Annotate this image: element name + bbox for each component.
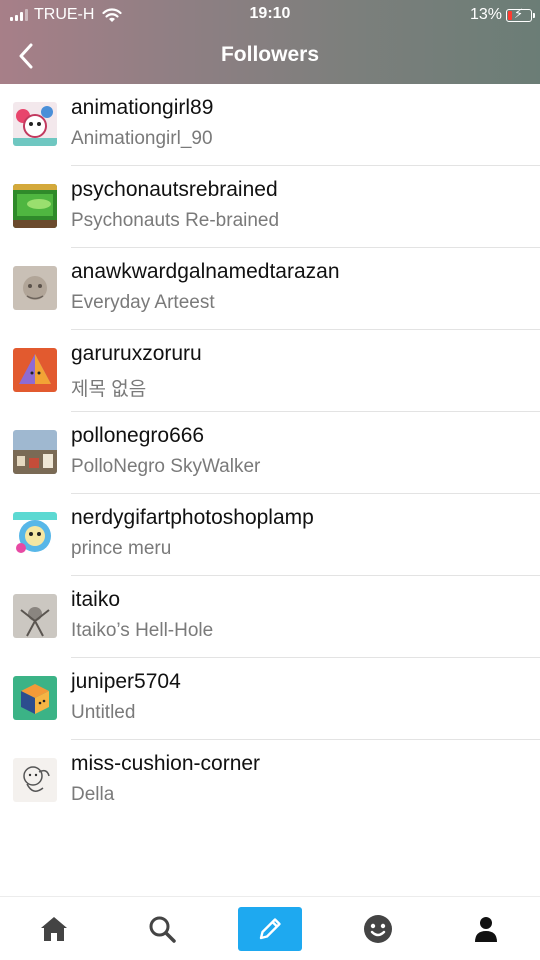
follower-blog-title: Itaiko’s Hell-Hole <box>71 620 214 641</box>
follower-blog-title: prince meru <box>71 538 172 559</box>
follower-blog-title: Animationgirl_90 <box>71 128 213 149</box>
activity-face-icon <box>364 915 392 943</box>
compose-pencil-icon <box>259 918 281 940</box>
follower-username: psychonautsrebrained <box>71 178 278 201</box>
avatar <box>13 512 57 556</box>
follower-row[interactable]: pollonegro666 PolloNegro SkyWalker <box>0 412 540 494</box>
follower-username: nerdygifartphotoshoplamp <box>71 506 314 529</box>
follower-blog-title: Psychonauts Re-brained <box>71 210 280 231</box>
follower-row[interactable]: miss-cushion-corner Della <box>0 740 540 822</box>
status-right: 13% ⚡ <box>469 6 535 24</box>
follower-username: pollonegro666 <box>71 424 205 447</box>
tab-search[interactable] <box>130 907 194 951</box>
follower-row[interactable]: anawkwardgalnamedtarazan Everyday Artees… <box>0 248 540 330</box>
clock: 19:10 <box>249 5 291 22</box>
followers-list: animationgirl89 Animationgirl_90 psychon… <box>0 84 540 822</box>
follower-row[interactable]: nerdygifartphotoshoplamp prince meru <box>0 494 540 576</box>
follower-row[interactable]: garuruxzoruru 제목 없음 <box>0 330 540 412</box>
battery-icon: ⚡ <box>506 7 535 22</box>
follower-username: anawkwardgalnamedtarazan <box>71 260 340 283</box>
avatar <box>13 184 57 228</box>
page-title: Followers <box>220 43 320 66</box>
follower-username: juniper5704 <box>71 670 181 693</box>
avatar <box>13 430 57 474</box>
follower-row[interactable]: animationgirl89 Animationgirl_90 <box>0 84 540 166</box>
header: TRUE-H 19:10 13% ⚡ Followers <box>0 0 540 84</box>
follower-username: itaiko <box>71 588 121 611</box>
account-person-icon <box>475 917 497 942</box>
home-icon <box>41 917 67 941</box>
battery-percent: 13% <box>469 6 502 23</box>
follower-username: garuruxzoruru <box>71 342 202 365</box>
tab-compose[interactable] <box>238 907 302 951</box>
avatar <box>13 348 57 392</box>
follower-row[interactable]: psychonautsrebrained Psychonauts Re-brai… <box>0 166 540 248</box>
follower-blog-title: PolloNegro SkyWalker <box>71 456 261 477</box>
follower-blog-title: Everyday Arteest <box>71 292 215 313</box>
tab-activity[interactable] <box>346 907 410 951</box>
follower-row[interactable]: itaiko Itaiko’s Hell-Hole <box>0 576 540 658</box>
avatar <box>13 758 57 802</box>
follower-username: animationgirl89 <box>71 96 214 119</box>
follower-blog-title: 제목 없음 <box>71 379 147 400</box>
search-icon <box>149 916 176 943</box>
avatar <box>13 594 57 638</box>
nav-bar: Followers <box>0 30 540 84</box>
tab-home[interactable] <box>22 907 86 951</box>
status-bar: TRUE-H 19:10 13% ⚡ <box>0 0 540 30</box>
tab-account[interactable] <box>454 907 518 951</box>
follower-blog-title: Della <box>71 784 115 805</box>
follower-username: miss-cushion-corner <box>71 752 261 775</box>
avatar <box>13 266 57 310</box>
avatar <box>13 102 57 146</box>
follower-blog-title: Untitled <box>71 702 136 723</box>
follower-row[interactable]: juniper5704 Untitled <box>0 658 540 740</box>
tab-bar <box>0 896 540 960</box>
avatar <box>13 676 57 720</box>
